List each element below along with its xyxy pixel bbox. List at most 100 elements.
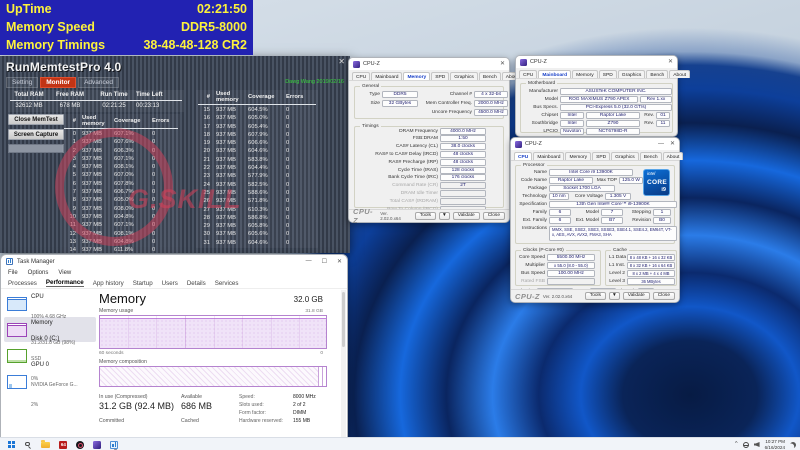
maximize-icon[interactable]: ☐ <box>322 258 327 265</box>
cpuz-titlebar[interactable]: CPU-Z ✕ <box>349 58 509 70</box>
cpuz-tab[interactable]: Graphics <box>611 152 639 160</box>
field-label: Mem Controller Freq. <box>425 101 472 106</box>
system-tray: ^ 10:27 PM 6/16/2024 <box>735 438 796 450</box>
memtest-tab[interactable]: Setting <box>6 77 39 88</box>
cpuz-tab[interactable]: CPU <box>352 72 371 80</box>
menu-item[interactable]: Options <box>28 270 49 276</box>
cpuz-tab[interactable]: SPD <box>598 70 617 78</box>
taskmgr-scrollbar[interactable] <box>341 290 346 448</box>
task-manager-window: Task Manager — ☐ ✕ File Options View Proce… <box>0 254 348 450</box>
timings-group: Timings DRAM Frequency 4000.0 MHz FSB:DR… <box>354 123 504 213</box>
cpuz-tab[interactable]: Bench <box>639 152 662 160</box>
memtest-row: 12 937 MB 608.1% 0 <box>69 230 156 237</box>
field-value: Z790 <box>586 120 640 127</box>
search-icon[interactable] <box>24 441 32 449</box>
cpuz-tab[interactable]: Bench <box>646 70 669 78</box>
memory-detail-row: Slots used: 2 of 2 <box>239 402 316 410</box>
validate-button[interactable]: Validate <box>622 292 650 300</box>
field-value: 6 <box>549 209 571 216</box>
cpuz-logo: CPU-Z <box>353 207 373 225</box>
cpuz-tab[interactable]: Graphics <box>617 70 646 78</box>
field-value: 4500.0 MHz <box>474 109 508 116</box>
screen-capture-button[interactable]: Screen Capture <box>8 129 64 140</box>
menu-item[interactable]: View <box>58 270 71 276</box>
cpuz-tab[interactable]: Graphics <box>450 72 478 80</box>
task-manager-taskbar-icon[interactable] <box>110 440 119 450</box>
field-value: 1.305 V <box>605 193 631 200</box>
cpuz-tab[interactable]: SPD <box>431 72 450 80</box>
close-memtest-button[interactable]: Close MemTest <box>8 114 64 125</box>
cpuz-tab[interactable]: About <box>662 152 684 160</box>
memtest-close-icon[interactable]: ✕ <box>338 57 345 66</box>
processor-group: Processor intel CORE i9 Name Intel Core … <box>515 162 677 244</box>
memtest-tab[interactable]: Monitor <box>40 77 77 88</box>
cpuz-tab[interactable]: Mainboard <box>538 70 572 78</box>
cpuz-tab[interactable]: Memory <box>403 72 431 80</box>
network-icon[interactable] <box>742 441 749 448</box>
memtest-tab[interactable]: Advanced <box>78 77 119 88</box>
taskmgr-tab[interactable]: App history <box>93 280 124 287</box>
taskmgr-tab[interactable]: Services <box>215 280 239 287</box>
file-explorer-icon[interactable] <box>41 440 51 449</box>
close-button[interactable]: Close <box>482 212 505 220</box>
performance-sidebar: CPU 100% 4.68 GHz Memory 31.2/31.8 GB (9… <box>4 291 96 408</box>
tools-button[interactable]: Tools <box>584 292 606 300</box>
taskbar-clock[interactable]: 10:27 PM 6/16/2024 <box>765 439 785 449</box>
close-icon[interactable]: ✕ <box>668 56 673 68</box>
memtest-window-title: RunMemtestPro 4.0 <box>6 60 122 74</box>
tools-dropdown-icon[interactable]: ▼ <box>609 292 620 300</box>
taskmgr-titlebar[interactable]: Task Manager — ☐ ✕ <box>1 255 347 268</box>
cache-group: Cache L1 Data 8 x 48 KB + 16 x 32 KB L1 … <box>605 247 677 286</box>
do-not-disturb-moon-icon[interactable] <box>790 442 796 448</box>
validate-button[interactable]: Validate <box>452 212 480 220</box>
field-value: x 55.0 (8.0 - 55.0) <box>547 262 595 269</box>
inuse-label: In use (Compressed) <box>99 394 148 400</box>
gskill-taskbar-icon[interactable] <box>76 440 85 450</box>
memtest-row: 24 937 MB 582.5% 0 <box>203 181 290 188</box>
col-used-memory: Used memory <box>82 115 105 127</box>
close-icon[interactable]: ✕ <box>670 138 675 150</box>
start-button-icon[interactable] <box>8 440 16 449</box>
cpuz-tab[interactable]: Mainboard <box>371 72 403 80</box>
cpuz-tab[interactable]: SPD <box>592 152 611 160</box>
graph-min-label: 0 <box>320 351 323 356</box>
cpuz-tab[interactable]: Memory <box>565 152 592 160</box>
overlay-value: 38-48-48-128 CR2 <box>143 38 247 52</box>
cpuz-tab[interactable]: Bench <box>478 72 501 80</box>
minimize-icon[interactable]: — <box>306 258 312 265</box>
close-icon[interactable]: ✕ <box>337 258 342 265</box>
field-label: Type <box>369 92 380 97</box>
close-icon[interactable]: ✕ <box>500 58 505 70</box>
clock-time: 10:27 PM <box>765 439 785 445</box>
tools-button[interactable]: Tools <box>414 212 436 220</box>
cpuz-titlebar[interactable]: CPU-Z ✕ <box>516 56 677 68</box>
field-value: Socket 1700 LGA <box>549 185 615 192</box>
memory-composition-bar[interactable] <box>99 366 327 387</box>
memtest64-taskbar-icon[interactable]: 64 <box>59 440 68 450</box>
cpuz-tab[interactable]: Mainboard <box>533 152 565 160</box>
cpuz-taskbar-icon[interactable] <box>93 440 102 450</box>
inuse-value: 31.2 GB (92.4 MB) <box>99 401 175 411</box>
cpuz-tab[interactable]: Memory <box>572 70 598 78</box>
taskmgr-tab[interactable]: Users <box>162 280 178 287</box>
memory-capacity: 32.0 GB <box>293 295 323 304</box>
memtest-table-header: # Used memory Coverage Errors <box>198 91 316 105</box>
field-value: 2T <box>440 182 486 190</box>
volume-icon[interactable] <box>753 442 760 447</box>
memory-page-title: Memory <box>99 291 146 306</box>
tray-chevron-icon[interactable]: ^ <box>735 441 738 448</box>
memory-usage-graph[interactable] <box>99 315 327 349</box>
cpuz-tab[interactable]: CPU <box>519 70 538 78</box>
cpuz-tab[interactable]: CPU <box>514 152 533 160</box>
cpuz-window-title: CPU-Z <box>530 59 547 65</box>
menu-item[interactable]: File <box>8 270 18 276</box>
field-label: L1 Inst. <box>609 263 626 268</box>
cpuz-titlebar[interactable]: CPU-Z — ✕ <box>511 138 679 150</box>
taskmgr-tab[interactable]: Startup <box>133 280 153 287</box>
cpuz-tab[interactable]: About <box>669 70 691 78</box>
taskmgr-tab[interactable]: Details <box>187 280 206 287</box>
tools-dropdown-icon[interactable]: ▼ <box>439 212 450 220</box>
close-button[interactable]: Close <box>652 292 675 300</box>
minimize-icon[interactable]: — <box>658 138 664 150</box>
sidebar-item-gpu[interactable]: GPU 0 NVIDIA GeForce G... 2% <box>4 362 96 408</box>
